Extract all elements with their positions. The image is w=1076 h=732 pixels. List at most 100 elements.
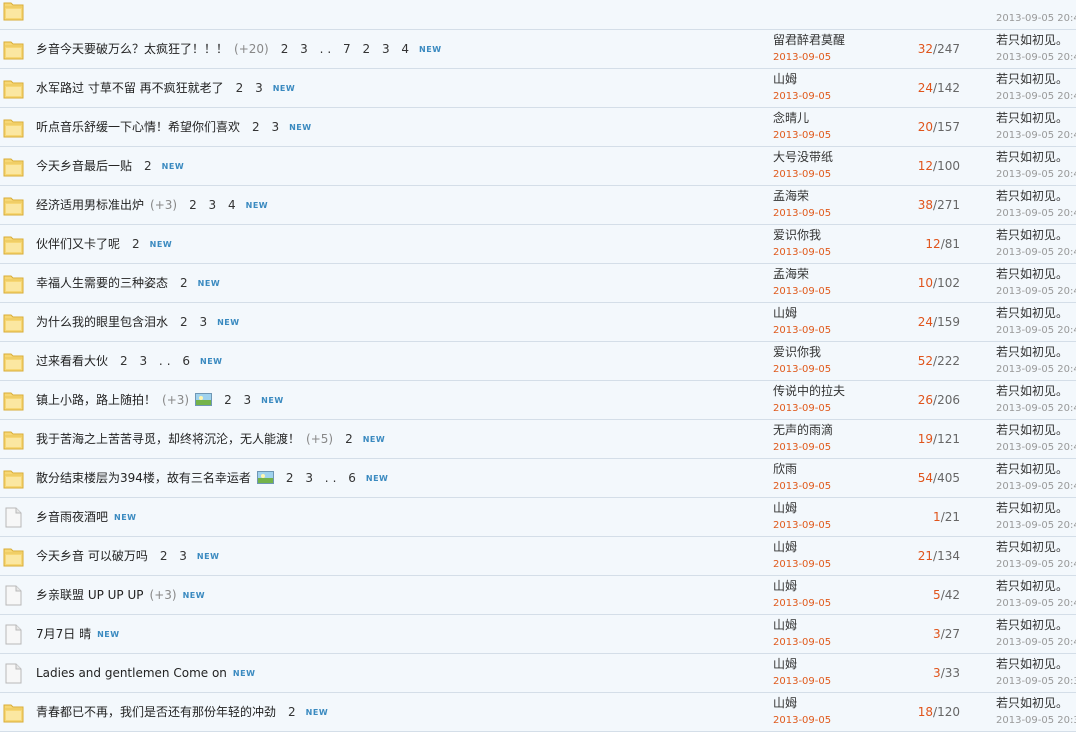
folder-hot-icon[interactable] [3,156,24,177]
thread-title-link[interactable]: 伙伴们又卡了呢 [36,237,120,251]
last-post-time[interactable]: 2013-09-05 20:45 [996,403,1076,414]
author-link[interactable]: 欣雨 [773,460,797,477]
new-badge[interactable]: NEW [366,460,388,498]
folder-hot-icon[interactable] [3,234,24,255]
folder-hot-icon[interactable] [3,546,24,567]
thread-title-link[interactable]: 今天乡音 可以破万吗 [36,549,148,563]
doc-icon[interactable] [3,663,24,684]
last-post-time[interactable]: 2013-09-05 20:3 [996,676,1076,687]
folder-hot-icon[interactable] [3,78,24,99]
folder-hot-icon[interactable] [3,702,24,723]
new-badge[interactable]: NEW [198,265,220,303]
author-link[interactable]: 传说中的拉夫 [773,382,845,399]
author-link[interactable]: 山姆 [773,577,797,594]
new-badge[interactable]: NEW [363,421,385,459]
author-link[interactable]: 山姆 [773,70,797,87]
folder-hot-icon[interactable] [3,39,24,60]
last-poster-link[interactable]: 若只如初见。 [996,616,1068,633]
new-badge[interactable]: NEW [233,655,255,693]
thread-title-link[interactable]: 散分结束楼层为394楼，故有三名幸运者 [36,471,251,485]
thread-title-link[interactable]: 过来看看大伙 [36,354,108,368]
new-badge[interactable]: NEW [306,694,328,732]
last-post-time[interactable]: 2013-09-05 20:45 [996,481,1076,492]
new-badge[interactable]: NEW [246,187,268,225]
thread-title-link[interactable]: 我于苦海之上苦苦寻觅，却终将沉沦，无人能渡！ [36,432,300,446]
author-link[interactable]: 留君醉君莫醒 [773,31,845,48]
last-poster-link[interactable]: 若只如初见。 [996,187,1068,204]
author-link[interactable]: 爱识你我 [773,226,821,243]
last-post-time[interactable]: 2013-09-05 20:45 [996,286,1076,297]
new-badge[interactable]: NEW [114,499,136,537]
thread-title-link[interactable]: 水军路过 寸草不留 再不疯狂就老了 [36,81,224,95]
author-link[interactable]: 孟海荣 [773,265,809,282]
last-poster-link[interactable]: 若只如初见。 [996,265,1068,282]
new-badge[interactable]: NEW [197,538,219,576]
new-badge[interactable]: NEW [183,577,205,615]
page-links[interactable]: 2 3 .. 6 [286,471,360,485]
folder-hot-icon[interactable] [3,351,24,372]
doc-icon[interactable] [3,507,24,528]
last-poster-link[interactable]: 若只如初见。 [996,343,1068,360]
last-poster-link[interactable]: 若只如初见。 [996,538,1068,555]
last-poster-link[interactable]: 若只如初见。 [996,694,1068,711]
new-badge[interactable]: NEW [261,382,283,420]
last-poster-link[interactable]: 若只如初见。 [996,460,1068,477]
page-links[interactable]: 2 3 [180,315,211,329]
folder-hot-icon[interactable] [3,312,24,333]
last-poster-link[interactable]: 若只如初见。 [996,226,1068,243]
folder-hot-icon[interactable] [3,429,24,450]
last-post-time[interactable]: 2013-09-05 20:45 [996,325,1076,336]
thread-title-link[interactable]: 为什么我的眼里包含泪水 [36,315,168,329]
page-links[interactable]: 2 3 4 [189,198,240,212]
page-links[interactable]: 2 [180,276,192,290]
last-post-time[interactable]: 2013-09-05 20:45 [996,598,1076,609]
author-link[interactable]: 山姆 [773,304,797,321]
last-post-time[interactable]: 2013-09-05 20:45 [996,442,1076,453]
new-badge[interactable]: NEW [419,31,441,69]
thread-title-link[interactable]: 经济适用男标准出炉 [36,198,144,212]
folder-hot-icon[interactable] [3,273,24,294]
page-links[interactable]: 2 [132,237,144,251]
thread-title-link[interactable]: 听点音乐舒缓一下心情！希望你们喜欢 [36,120,240,134]
page-links[interactable]: 2 3 .. 7 2 3 4 [281,42,413,56]
last-poster-link[interactable]: 若只如初见。 [996,421,1068,438]
new-badge[interactable]: NEW [273,70,295,108]
last-poster-link[interactable]: 若只如初见。 [996,655,1068,672]
author-link[interactable]: 山姆 [773,655,797,672]
thread-title-link[interactable]: 镇上小路，路上随拍！ [36,393,156,407]
last-post-time[interactable]: 2013-09-05 20:45 [996,208,1076,219]
last-poster-link[interactable]: 若只如初见。 [996,70,1068,87]
thread-title-link[interactable]: 乡音雨夜酒吧 [36,510,108,524]
page-links[interactable]: 2 [144,159,156,173]
last-post-time[interactable]: 2013-09-05 20:45 [996,169,1076,180]
page-links[interactable]: 2 [345,432,357,446]
folder-hot-icon[interactable] [3,195,24,216]
last-poster-link[interactable]: 若只如初见。 [996,382,1068,399]
folder-hot-icon[interactable] [3,117,24,138]
last-post-time[interactable]: 2013-09-05 20:3 [996,715,1076,726]
thread-title-link[interactable]: 乡亲联盟 UP UP UP [36,588,144,602]
last-post-time[interactable]: 2013-09-05 20:45 [996,520,1076,531]
author-link[interactable]: 山姆 [773,499,797,516]
last-post-time[interactable]: 2013-09-05 20:45 [996,52,1076,63]
author-link[interactable]: 山姆 [773,538,797,555]
page-links[interactable]: 2 3 [224,393,255,407]
author-link[interactable]: 山姆 [773,616,797,633]
author-link[interactable]: 爱识你我 [773,343,821,360]
last-poster-link[interactable]: 若只如初见。 [996,304,1068,321]
last-post-time[interactable]: 2013-09-05 20:45 [996,130,1076,141]
folder-hot-icon[interactable] [3,0,24,21]
doc-icon[interactable] [3,624,24,645]
folder-hot-icon[interactable] [3,390,24,411]
thread-title-link[interactable]: Ladies and gentlemen Come on [36,666,227,680]
page-links[interactable]: 2 3 .. 6 [120,354,194,368]
author-link[interactable]: 孟海荣 [773,187,809,204]
folder-hot-icon[interactable] [3,468,24,489]
page-links[interactable]: 2 3 [252,120,283,134]
last-poster-link[interactable]: 若只如初见。 [996,31,1068,48]
author-link[interactable]: 山姆 [773,694,797,711]
author-link[interactable]: 无声的雨滴 [773,421,833,438]
author-link[interactable]: 大号没带纸 [773,148,833,165]
new-badge[interactable]: NEW [150,226,172,264]
page-links[interactable]: 2 3 [236,81,267,95]
